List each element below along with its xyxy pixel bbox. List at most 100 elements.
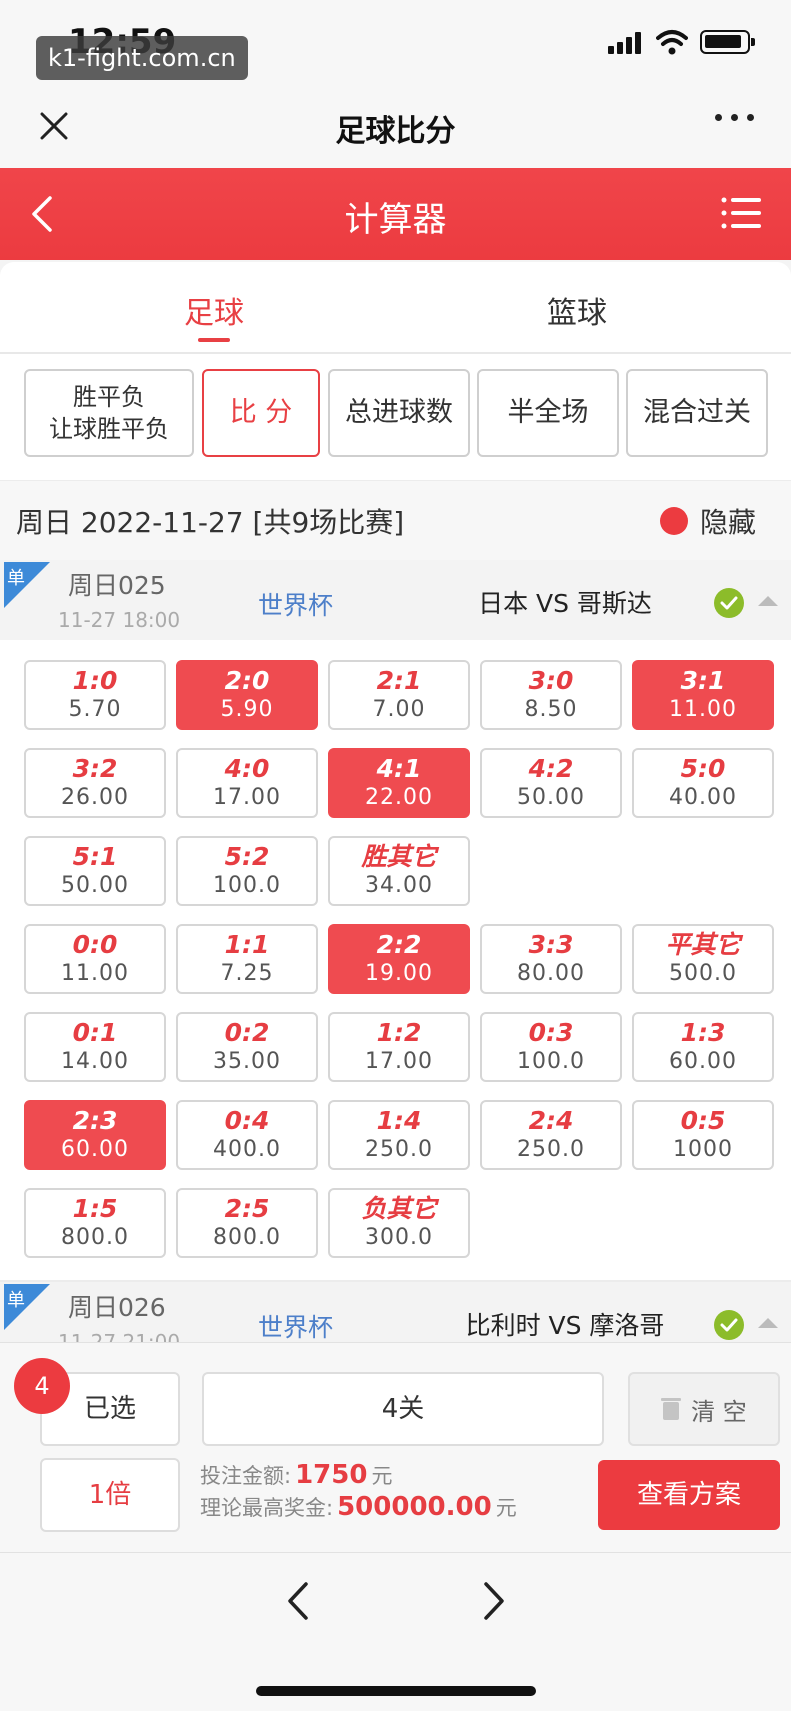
tab-basketball[interactable]: 篮球: [517, 288, 637, 332]
score-odds-cell[interactable]: 0:2 35.00: [176, 1012, 318, 1082]
collapse-icon[interactable]: [758, 1318, 778, 1328]
score-label: 4:0: [224, 754, 270, 783]
score-label: 2:1: [376, 666, 422, 695]
score-odds-cell[interactable]: 5:0 40.00: [632, 748, 774, 818]
score-odds-cell[interactable]: 2:0 5.90: [176, 660, 318, 730]
score-odds-cell[interactable]: 4:0 17.00: [176, 748, 318, 818]
score-odds-cell[interactable]: 5:1 50.00: [24, 836, 166, 906]
nav-forward-icon[interactable]: [472, 1578, 512, 1624]
play-mixed-button[interactable]: 混合过关: [626, 369, 768, 457]
play-score-button[interactable]: 比 分: [202, 369, 320, 457]
score-odds-cell[interactable]: 2:2 19.00: [328, 924, 470, 994]
score-odds-cell[interactable]: 3:2 26.00: [24, 748, 166, 818]
score-odds-cell[interactable]: 0:1 14.00: [24, 1012, 166, 1082]
clear-button[interactable]: 清 空: [628, 1372, 780, 1446]
score-odds-cell[interactable]: 1:3 60.00: [632, 1012, 774, 1082]
bet-amount-label: 投注金额:: [200, 1464, 292, 1488]
header-title: 计算器: [344, 200, 447, 240]
score-odds-cell[interactable]: 1:2 17.00: [328, 1012, 470, 1082]
match-id: 周日025: [68, 571, 166, 600]
odds-value: 50.00: [61, 873, 129, 898]
score-odds-cell[interactable]: 3:0 8.50: [480, 660, 622, 730]
nav-back-icon[interactable]: [280, 1578, 320, 1624]
score-odds-cell[interactable]: 1:0 5.70: [24, 660, 166, 730]
bet-amount-unit: 元: [371, 1464, 393, 1488]
score-label: 负其它: [361, 1194, 437, 1223]
check-icon[interactable]: [714, 1310, 744, 1340]
score-odds-cell[interactable]: 0:5 1000: [632, 1100, 774, 1170]
score-odds-cell[interactable]: 2:3 60.00: [24, 1100, 166, 1170]
bet-amount-row: 投注金额: 1750 元: [200, 1460, 392, 1490]
play-wdl-button[interactable]: 胜平负 让球胜平负: [24, 369, 194, 457]
odds-value: 800.0: [213, 1225, 281, 1250]
multiple-input[interactable]: 1倍: [40, 1458, 180, 1532]
score-odds-cell[interactable]: 平其它 500.0: [632, 924, 774, 994]
odds-value: 7.00: [372, 697, 426, 722]
score-label: 3:2: [72, 754, 118, 783]
date-row: 周日 2022-11-27 [共9场比赛] 隐藏: [0, 480, 791, 560]
single-tag-label: 单: [7, 1290, 25, 1311]
status-bar: 12:59 k1-fight.com.cn: [0, 0, 791, 92]
tab-underline: [198, 338, 230, 342]
score-label: 0:5: [680, 1106, 726, 1135]
odds-value: 22.00: [365, 785, 433, 810]
score-odds-cell[interactable]: 4:2 50.00: [480, 748, 622, 818]
odds-value: 34.00: [365, 873, 433, 898]
score-odds-cell[interactable]: 4:1 22.00: [328, 748, 470, 818]
match-league: 世界杯: [258, 591, 334, 620]
odds-value: 5.90: [220, 697, 274, 722]
match-time: 11-27 18:00: [58, 608, 181, 632]
collapse-icon[interactable]: [758, 596, 778, 606]
score-odds-cell[interactable]: 0:4 400.0: [176, 1100, 318, 1170]
score-label: 1:5: [72, 1194, 118, 1223]
battery-icon: [700, 30, 755, 54]
max-prize-label: 理论最高奖金:: [200, 1496, 334, 1520]
score-odds-cell[interactable]: 3:1 11.00: [632, 660, 774, 730]
odds-value: 26.00: [61, 785, 129, 810]
score-label: 2:4: [528, 1106, 574, 1135]
odds-value: 7.25: [220, 961, 274, 986]
max-prize-unit: 元: [495, 1496, 517, 1520]
odds-value: 100.0: [213, 873, 281, 898]
check-icon[interactable]: [714, 588, 744, 618]
app-header: 计算器: [0, 168, 791, 260]
score-odds-cell[interactable]: 1:1 7.25: [176, 924, 318, 994]
score-odds-cell[interactable]: 0:3 100.0: [480, 1012, 622, 1082]
more-icon[interactable]: [715, 114, 755, 126]
odds-value: 1000: [673, 1137, 733, 1162]
match-league: 世界杯: [258, 1313, 334, 1342]
score-odds-cell[interactable]: 0:0 11.00: [24, 924, 166, 994]
score-label: 1:1: [224, 930, 270, 959]
score-odds-cell[interactable]: 胜其它 34.00: [328, 836, 470, 906]
pass-type-select[interactable]: 4关: [202, 1372, 604, 1446]
clear-label: 清 空: [691, 1397, 747, 1426]
score-odds-cell[interactable]: 负其它 300.0: [328, 1188, 470, 1258]
score-odds-cell[interactable]: 2:1 7.00: [328, 660, 470, 730]
score-label: 平其它: [665, 930, 741, 959]
score-odds-cell[interactable]: 3:3 80.00: [480, 924, 622, 994]
score-label: 2:5: [224, 1194, 270, 1223]
hide-label[interactable]: 隐藏: [700, 501, 756, 541]
score-label: 0:4: [224, 1106, 270, 1135]
page-title: 足球比分: [335, 114, 456, 149]
score-label: 1:4: [376, 1106, 422, 1135]
odds-value: 40.00: [669, 785, 737, 810]
score-odds-cell[interactable]: 2:4 250.0: [480, 1100, 622, 1170]
score-odds-cell[interactable]: 1:5 800.0: [24, 1188, 166, 1258]
match-header[interactable]: 单 周日026 11-27 21:00 世界杯 比利时 VS 摩洛哥: [0, 1282, 791, 1342]
odds-value: 11.00: [61, 961, 129, 986]
view-plan-button[interactable]: 查看方案: [598, 1460, 780, 1530]
wifi-icon: [656, 30, 688, 55]
score-odds-cell[interactable]: 5:2 100.0: [176, 836, 318, 906]
menu-icon[interactable]: [721, 196, 761, 230]
score-label: 0:2: [224, 1018, 270, 1047]
hide-toggle-icon[interactable]: [660, 507, 688, 535]
play-half-full-button[interactable]: 半全场: [477, 369, 619, 457]
match-header[interactable]: 单 周日025 11-27 18:00 世界杯 日本 VS 哥斯达: [0, 560, 791, 640]
score-odds-cell[interactable]: 2:5 800.0: [176, 1188, 318, 1258]
url-watermark: k1-fight.com.cn: [36, 36, 248, 80]
tab-football[interactable]: 足球: [154, 288, 274, 342]
score-odds-cell[interactable]: 1:4 250.0: [328, 1100, 470, 1170]
match-id: 周日026: [68, 1293, 166, 1322]
play-total-goals-button[interactable]: 总进球数: [328, 369, 470, 457]
